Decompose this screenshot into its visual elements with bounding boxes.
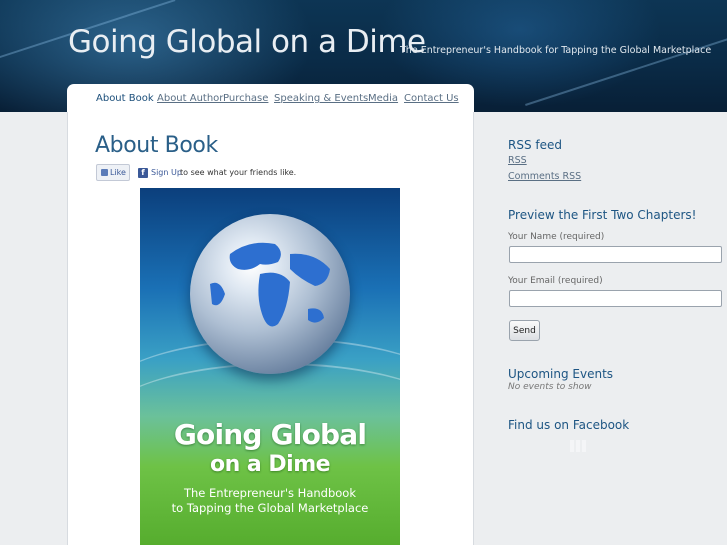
cover-title-line1: Going Global	[173, 418, 367, 451]
cover-subtitle: The Entrepreneur's Handbook to Tapping t…	[140, 486, 400, 516]
cover-title-line2: on a Dime	[209, 452, 331, 477]
nav-item-contact-us[interactable]: Contact Us	[404, 93, 459, 104]
loading-bar	[582, 440, 586, 452]
email-label: Your Email (required)	[508, 276, 603, 286]
rss-link[interactable]: RSS	[508, 155, 527, 166]
nav-item-media[interactable]: Media	[368, 93, 398, 104]
send-button[interactable]: Send	[509, 320, 540, 341]
events-heading: Upcoming Events	[508, 367, 614, 381]
facebook-signup-link[interactable]: Sign Up	[151, 168, 182, 177]
book-cover-image: Going Global on a Dime The Entrepreneur'…	[140, 188, 400, 545]
comments-rss-link[interactable]: Comments RSS	[508, 171, 581, 182]
events-note: No events to show	[508, 382, 592, 392]
globe-continents	[210, 242, 330, 327]
globe-icon	[190, 214, 350, 374]
facebook-widget-loading	[570, 437, 588, 456]
site-tagline: The Entrepreneur's Handbook for Tapping …	[400, 45, 712, 56]
site-title[interactable]: Going Global on a Dime	[68, 24, 426, 60]
page-title: About Book	[95, 133, 218, 158]
nav-item-speaking-events[interactable]: Speaking & Events	[274, 93, 368, 104]
facebook-heading: Find us on Facebook	[508, 418, 630, 432]
like-button[interactable]: Like	[96, 164, 130, 181]
name-label: Your Name (required)	[508, 232, 605, 242]
cover-subtitle-line2: to Tapping the Global Marketplace	[171, 501, 369, 515]
preview-heading: Preview the First Two Chapters!	[508, 208, 697, 222]
cover-subtitle-line1: The Entrepreneur's Handbook	[183, 486, 356, 500]
facebook-icon: f	[138, 168, 148, 178]
loading-bar	[570, 440, 574, 452]
nav-item-purchase[interactable]: Purchase	[223, 93, 268, 104]
loading-bar	[576, 440, 580, 452]
like-label: Like	[110, 168, 126, 177]
main-nav: About Book About Author Purchase Speakin…	[67, 84, 474, 112]
nav-item-about-author[interactable]: About Author	[157, 93, 223, 104]
facebook-friends-text: to see what your friends like.	[180, 168, 297, 177]
email-field[interactable]	[509, 290, 722, 307]
rss-heading: RSS feed	[508, 138, 562, 152]
name-field[interactable]	[509, 246, 722, 263]
thumbs-up-icon	[101, 169, 108, 176]
nav-item-about-book[interactable]: About Book	[96, 93, 154, 104]
